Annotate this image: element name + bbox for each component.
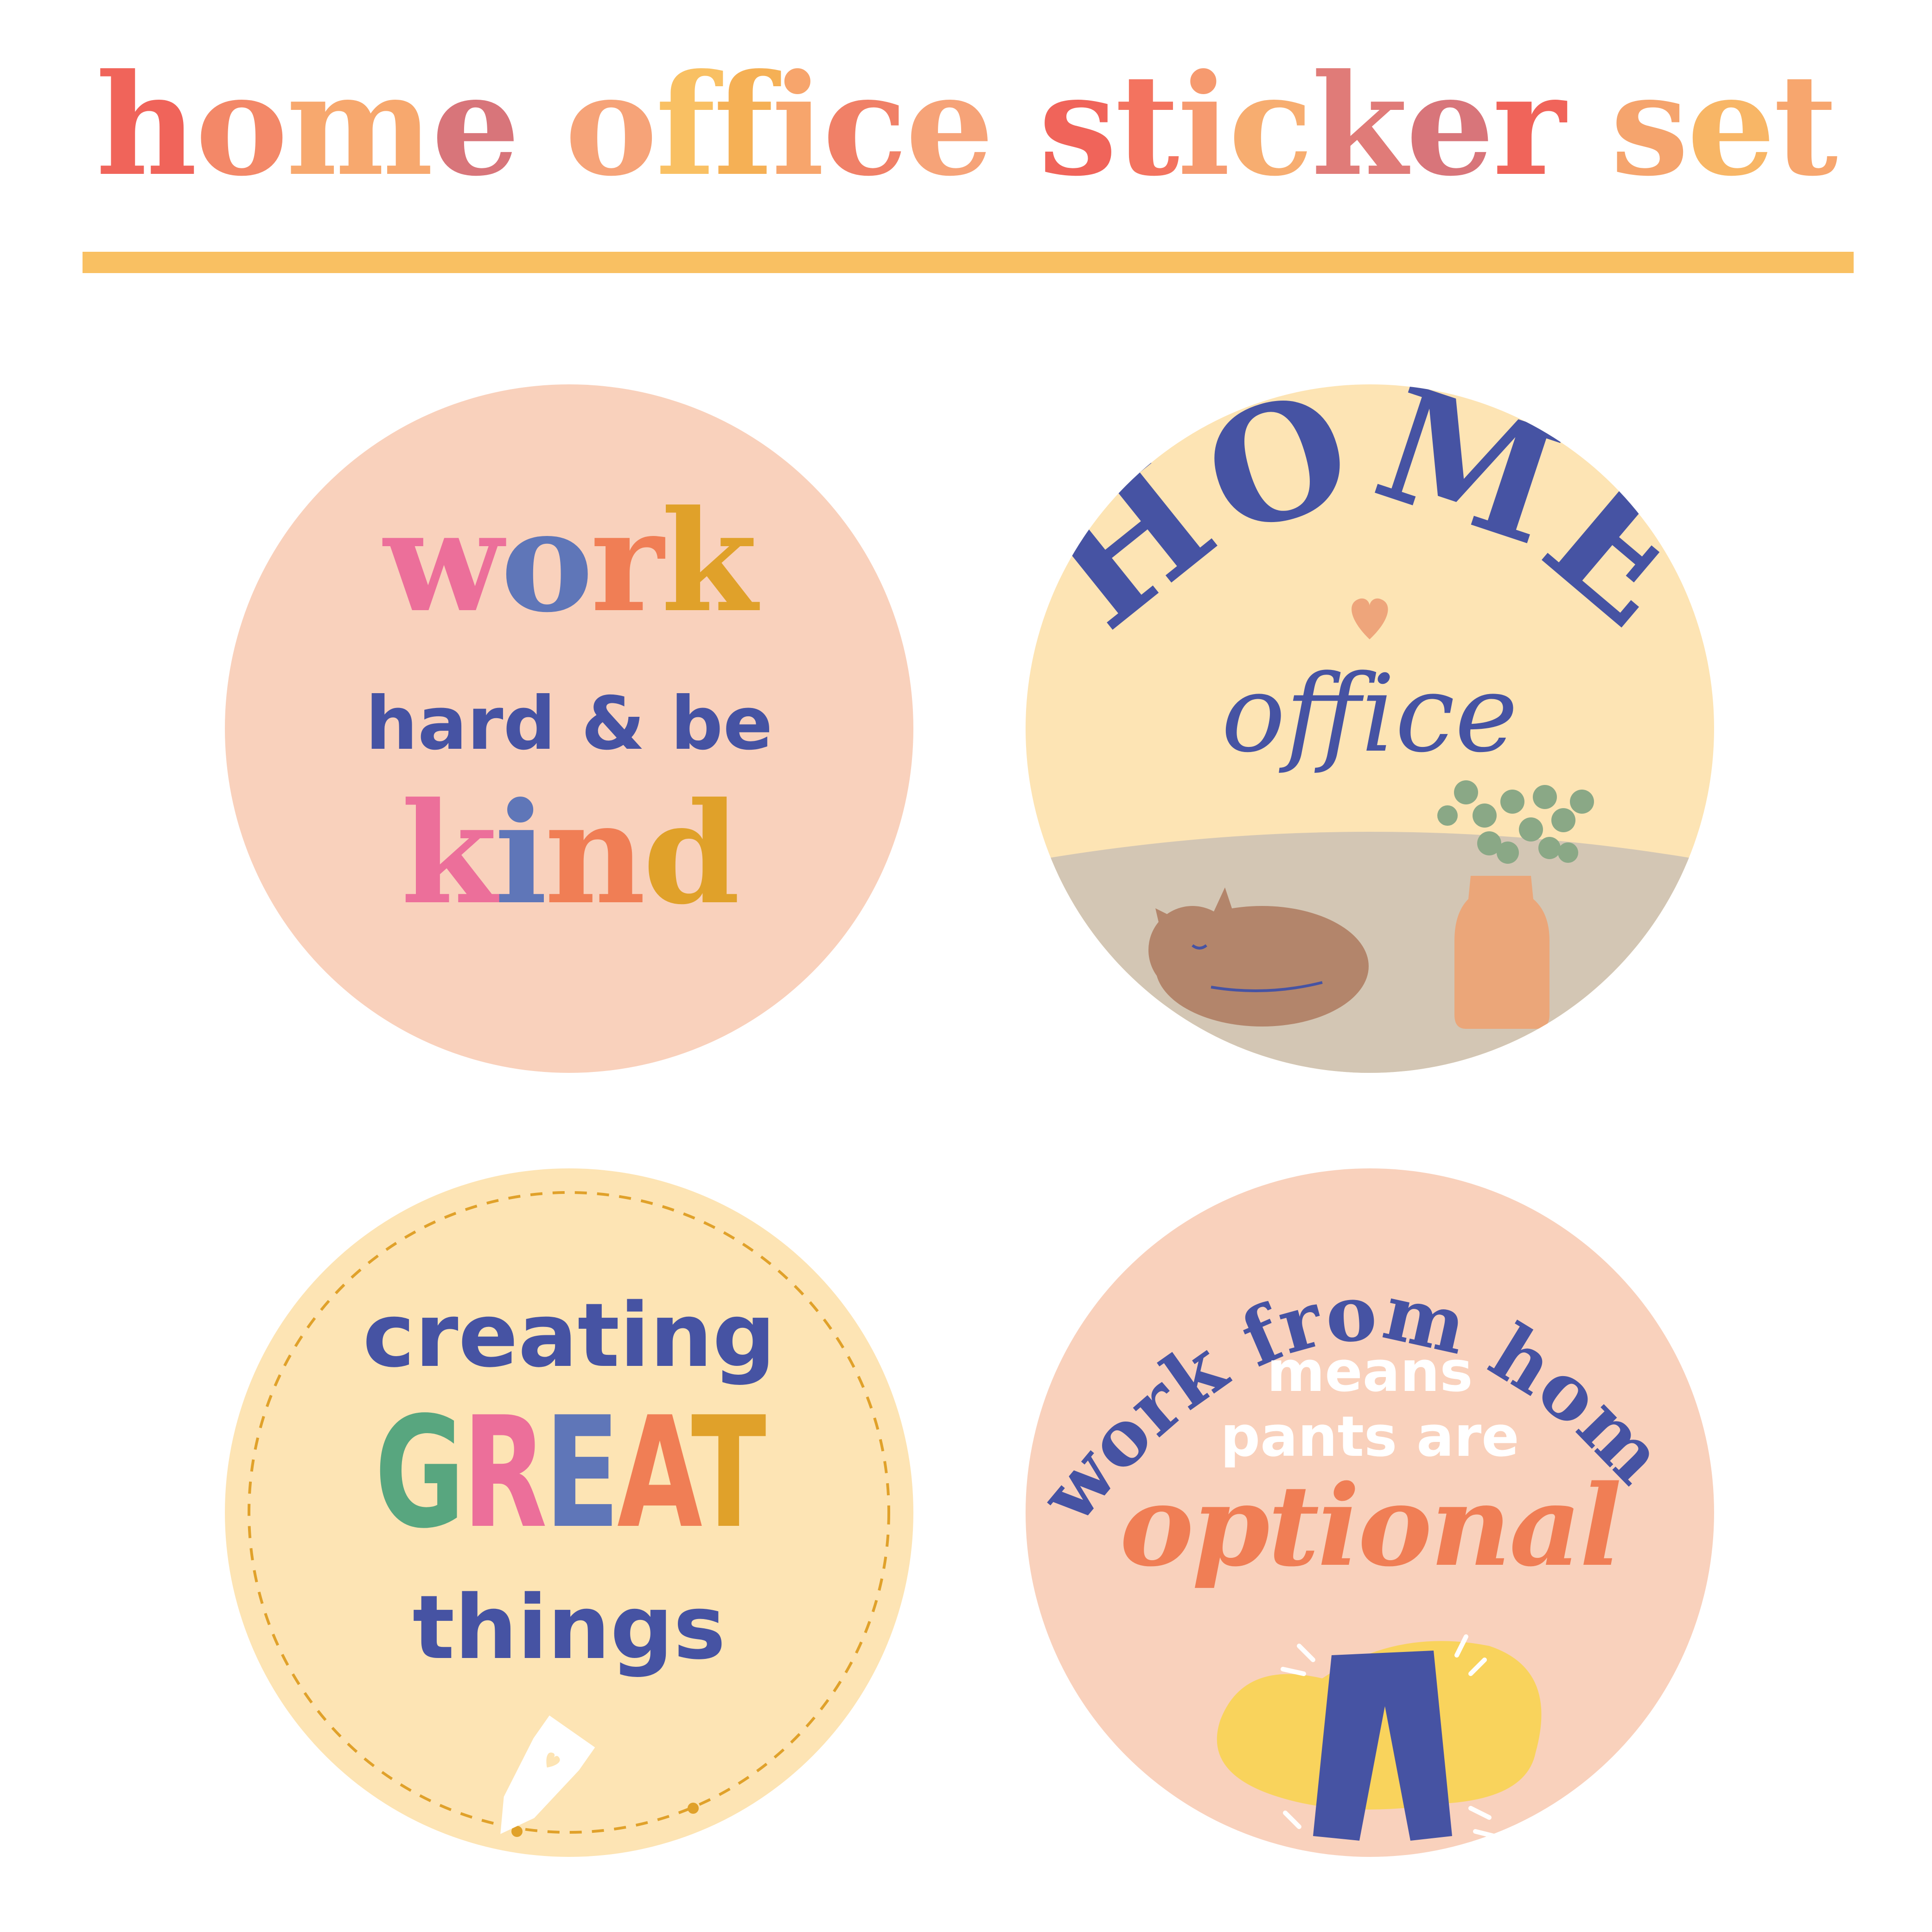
pen-nib-icon <box>500 1715 595 1834</box>
heart-icon <box>1352 598 1388 639</box>
title-letter: s <box>1039 43 1117 207</box>
title-letter: e <box>1687 43 1776 207</box>
title-letter: k <box>1311 43 1408 207</box>
title-letter: c <box>1228 43 1314 207</box>
means-text: means <box>1267 1340 1473 1404</box>
sticker-letter: d <box>643 772 740 935</box>
sticker-word-work: work <box>225 479 913 643</box>
sticker-home-office: HOME office <box>1026 384 1714 1073</box>
title-letter: o <box>565 43 657 207</box>
title-letter: m <box>286 43 433 207</box>
title-letter: c <box>823 43 907 207</box>
home-office-illustration: HOME office <box>1026 384 1714 1073</box>
title-letter: t <box>1115 43 1180 207</box>
sticker-letter: i <box>494 772 548 935</box>
office-script: office <box>1221 652 1518 776</box>
sticker-word-kind: kind <box>225 772 913 935</box>
floor-shape <box>1026 832 1714 1073</box>
sticker-creating-great: creating GREAT things <box>225 1168 913 1857</box>
sticker-letter: o <box>500 479 593 643</box>
title-letter: f <box>714 43 773 207</box>
sticker-middle-text: hard & be <box>365 681 773 766</box>
title-letter: h <box>96 43 197 207</box>
title-divider <box>83 252 1854 273</box>
title-letter: e <box>905 43 994 207</box>
title-letter: t <box>1773 43 1838 207</box>
title-letter: r <box>1492 43 1566 207</box>
title-word: home <box>96 43 520 207</box>
title-word: set <box>1610 43 1838 207</box>
title-letter: e <box>1406 43 1494 207</box>
sticker-letter: k <box>401 772 497 935</box>
sticker-letter: n <box>544 772 645 935</box>
title-letter: f <box>656 43 715 207</box>
optional-text: optional <box>1119 1460 1622 1591</box>
sticker-letter: r <box>590 479 664 643</box>
pants-are-text: pants are <box>1220 1405 1519 1469</box>
sticker-letter: k <box>661 479 758 643</box>
sticker-work-hard: work hard & be kind <box>225 384 913 1073</box>
page-title: home office sticker set <box>0 42 1932 209</box>
sticker-work-from-home: work from home means pants are optional <box>1026 1168 1714 1857</box>
title-letter: s <box>1610 43 1689 207</box>
sticker-letter: w <box>383 479 503 643</box>
title-word: sticker <box>1039 43 1566 207</box>
title-letter: o <box>195 43 288 207</box>
title-letter: i <box>772 43 824 207</box>
title-word: office <box>565 43 994 207</box>
title-letter: i <box>1177 43 1231 207</box>
title-letter: e <box>431 43 520 207</box>
